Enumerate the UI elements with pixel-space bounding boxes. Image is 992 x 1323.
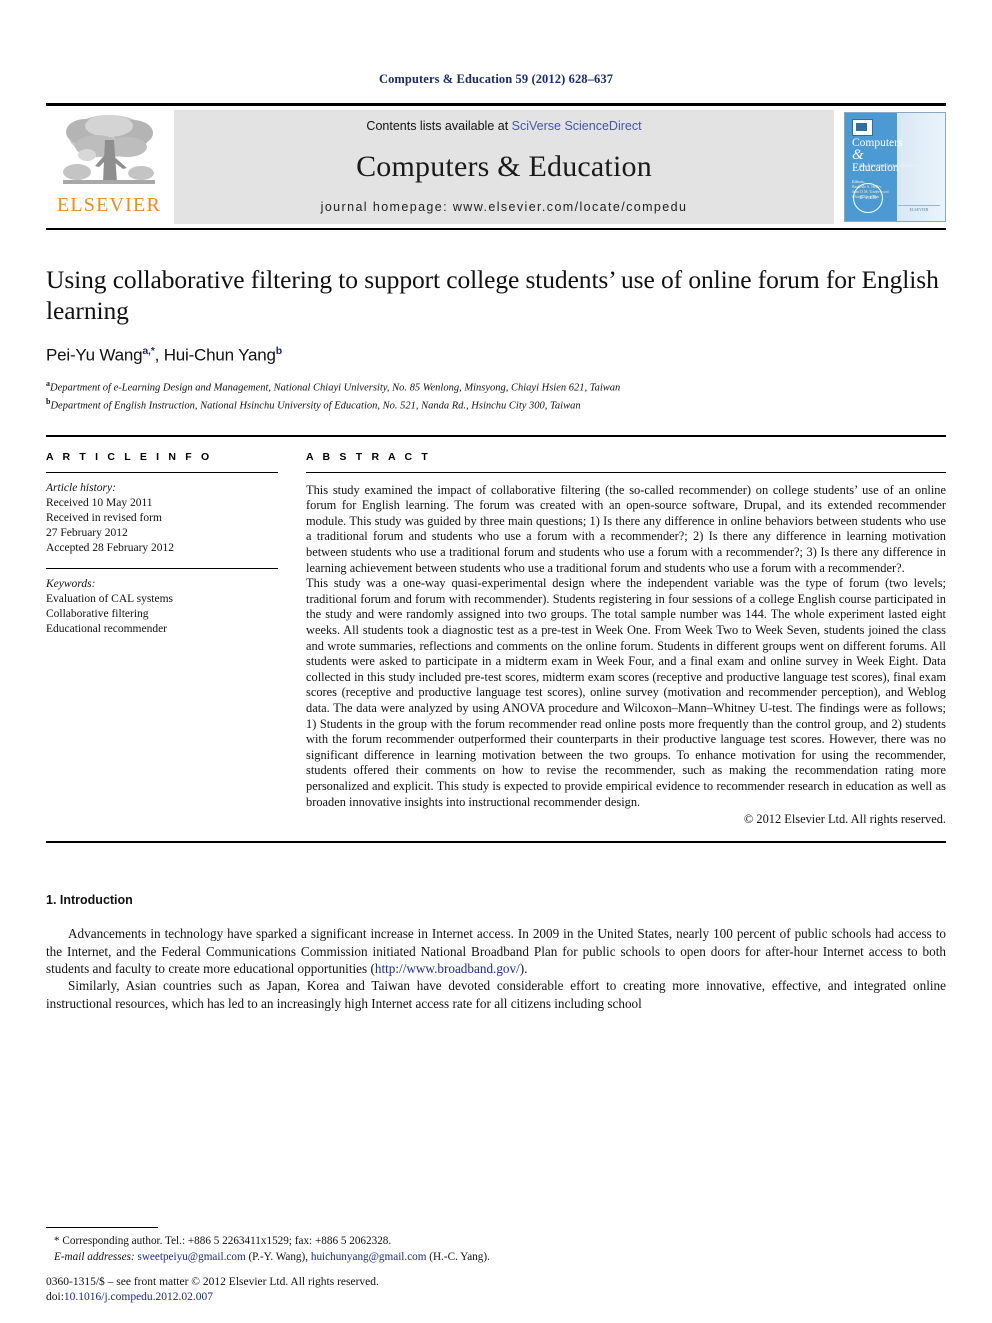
keyword-item: Evaluation of CAL systems xyxy=(46,592,174,605)
author-marks-2: b xyxy=(275,345,282,357)
article-info-divider xyxy=(46,471,278,473)
abstract-heading: A B S T R A C T xyxy=(306,450,431,463)
cover-title-ampersand: & xyxy=(852,147,864,163)
cover-subtitle: An International Journal xyxy=(859,163,919,169)
email-owner-1: (P.-Y. Wang), xyxy=(248,1250,309,1263)
body-paragraph-2: Similarly, Asian countries such as Japan… xyxy=(46,978,946,1011)
author-name-1: Pei-Yu Wang xyxy=(46,345,143,365)
history-item: Received in revised form xyxy=(46,511,162,524)
abstract-copyright: © 2012 Elsevier Ltd. All rights reserved… xyxy=(743,812,946,827)
corresponding-author-note: * Corresponding author. Tel.: +886 5 226… xyxy=(54,1235,392,1247)
elsevier-logo: ELSEVIER xyxy=(46,106,172,228)
email-owner-2: (H.-C. Yang). xyxy=(429,1250,490,1263)
keywords-divider xyxy=(46,567,278,569)
body-paragraph-1: Advancements in technology have sparked … xyxy=(46,925,946,977)
doi-label: doi: xyxy=(46,1291,64,1303)
sciencedirect-link[interactable]: SciVerse ScienceDirect xyxy=(512,119,642,133)
history-item: Received 10 May 2011 xyxy=(46,496,153,509)
author-marks-1: a,* xyxy=(142,345,155,357)
abstract-divider xyxy=(306,471,946,473)
author-name-2: Hui-Chun Yang xyxy=(163,345,276,365)
page-title: Using collaborative filtering to support… xyxy=(46,265,939,325)
masthead-center-band: Contents lists available at SciVerse Sci… xyxy=(174,110,834,224)
elsevier-wordmark: ELSEVIER xyxy=(56,194,162,216)
section-heading-introduction: 1. Introduction xyxy=(46,893,133,908)
paper-page: Computers & Education 59 (2012) 628–637 xyxy=(0,0,992,1323)
affiliation-text-b: Department of English Instruction, Natio… xyxy=(50,400,581,412)
keywords-block: Keywords: Evaluation of CAL systems Coll… xyxy=(46,577,278,637)
journal-title: Computers & Education xyxy=(356,149,652,183)
contents-available-line: Contents lists available at SciVerse Sci… xyxy=(366,119,641,133)
article-history-label: Article history: xyxy=(46,481,116,494)
history-item: Accepted 28 February 2012 xyxy=(46,541,175,554)
contents-prefix: Contents lists available at xyxy=(366,119,512,133)
email-link-2[interactable]: huichunyang@gmail.com xyxy=(311,1251,427,1263)
article-info-column: A R T I C L E I N F O Article history: R… xyxy=(46,451,278,827)
footnote-divider xyxy=(46,1227,158,1228)
broadband-gov-link[interactable]: http://www.broadband.gov/ xyxy=(375,961,520,976)
journal-homepage-line[interactable]: journal homepage: www.elsevier.com/locat… xyxy=(321,200,688,214)
issn-front-matter-line: 0360-1315/$ – see front matter © 2012 El… xyxy=(46,1276,379,1288)
affiliation-text-a: Department of e-Learning Design and Mana… xyxy=(50,382,621,394)
abstract-body: This study examined the impact of collab… xyxy=(306,483,946,810)
paragraph1-text-after-link: ). xyxy=(519,960,528,976)
cover-impact-factor-seal: IF 2.190 xyxy=(853,183,883,213)
abstract-column: A B S T R A C T This study examined the … xyxy=(306,451,946,827)
keyword-item: Educational recommender xyxy=(46,622,168,635)
email-addresses-note: E-mail addresses: sweetpeiyu@gmail.com (… xyxy=(46,1250,946,1266)
journal-masthead: ELSEVIER Contents lists available at Sci… xyxy=(46,103,946,230)
running-head: Computers & Education 59 (2012) 628–637 xyxy=(378,72,614,86)
footnote-area: * Corresponding author. Tel.: +886 5 226… xyxy=(46,1227,946,1265)
abstract-paragraph: This study was a one-way quasi-experimen… xyxy=(306,576,946,809)
introduction-section: 1. Introduction Advancements in technolo… xyxy=(46,893,946,1012)
doi-link[interactable]: 10.1016/j.compedu.2012.02.007 xyxy=(64,1291,213,1303)
imprint-block: 0360-1315/$ – see front matter © 2012 El… xyxy=(46,1275,379,1305)
article-info-heading: A R T I C L E I N F O xyxy=(46,450,213,463)
email-label: E-mail addresses: xyxy=(54,1250,135,1263)
abstract-bottom-divider xyxy=(46,841,946,844)
article-history-block: Article history: Received 10 May 2011 Re… xyxy=(46,481,278,556)
keywords-label: Keywords: xyxy=(46,577,96,590)
introduction-body: Advancements in technology have sparked … xyxy=(46,925,946,1012)
abstract-paragraph: This study examined the impact of collab… xyxy=(306,482,946,575)
history-item: 27 February 2012 xyxy=(46,526,128,539)
cover-elsevier-icon xyxy=(852,119,873,136)
journal-cover-thumbnail: Computers & Education An International J… xyxy=(844,112,946,222)
doi-line: doi:10.1016/j.compedu.2012.02.007 xyxy=(46,1290,379,1305)
affiliation-item: bDepartment of English Instruction, Nati… xyxy=(46,395,946,413)
elsevier-tree-icon xyxy=(63,115,155,184)
keyword-item: Collaborative filtering xyxy=(46,607,149,620)
cover-publisher-mark: ELSEVIER xyxy=(898,203,940,212)
info-abstract-region: A R T I C L E I N F O Article history: R… xyxy=(46,434,946,827)
affiliation-list: aDepartment of e-Learning Design and Man… xyxy=(46,377,946,413)
email-link-1[interactable]: sweetpeiyu@gmail.com xyxy=(137,1251,245,1263)
author-list: Pei-Yu Wanga,*, Hui-Chun Yangb xyxy=(46,345,282,365)
title-block: Using collaborative filtering to support… xyxy=(46,264,946,413)
affiliation-item: aDepartment of e-Learning Design and Man… xyxy=(46,377,946,395)
